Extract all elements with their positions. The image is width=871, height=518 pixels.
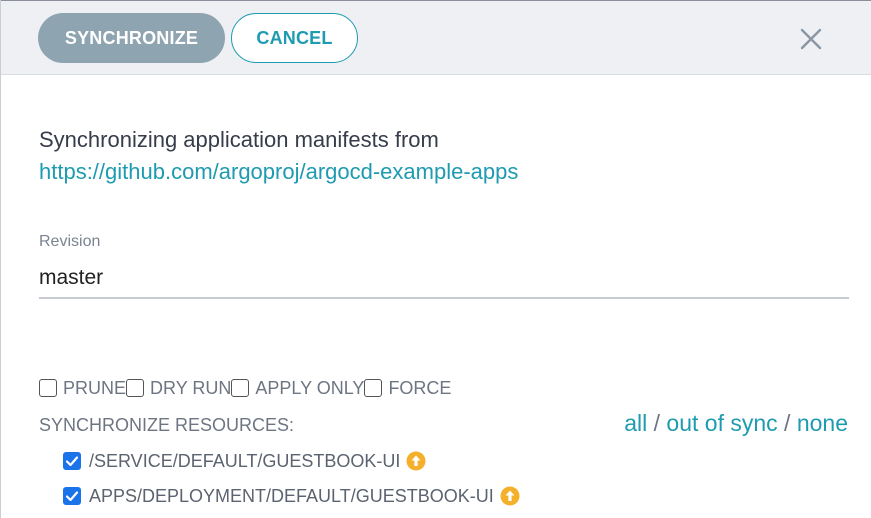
force-label: FORCE [388,377,452,398]
cancel-button[interactable]: CANCEL [231,13,358,63]
option-apply-only[interactable]: APPLY ONLY [231,378,364,399]
option-prune[interactable]: PRUNE [39,378,126,399]
sync-panel: SYNCHRONIZE CANCEL Synchronizing applica… [0,0,871,518]
out-of-sync-arrow-icon [500,486,520,506]
close-icon[interactable] [799,27,823,51]
synchronize-button[interactable]: SYNCHRONIZE [38,13,225,63]
selector-separator: / [784,410,791,436]
sync-options: PRUNE DRY RUN APPLY ONLY FORCE [39,377,451,399]
resource-checkbox[interactable] [63,452,81,470]
prune-checkbox[interactable] [39,379,57,397]
apply-only-checkbox[interactable] [231,379,250,397]
sync-message: Synchronizing application manifests from… [39,124,518,188]
repo-url-link[interactable]: https://github.com/argoproj/argocd-examp… [39,156,518,188]
resource-row[interactable]: APPS/DEPLOYMENT/DEFAULT/GUESTBOOK-UI [63,485,520,507]
sync-message-text: Synchronizing application manifests from [39,127,439,152]
select-out-of-sync-link[interactable]: out of sync [666,410,777,436]
option-force[interactable]: FORCE [364,378,451,399]
prune-label: PRUNE [63,377,127,398]
dry-run-label: DRY RUN [150,377,232,398]
force-checkbox[interactable] [364,379,383,397]
panel-header: SYNCHRONIZE CANCEL [1,1,871,75]
option-dry-run[interactable]: DRY RUN [126,378,231,399]
resource-name: /SERVICE/DEFAULT/GUESTBOOK-UI [89,450,401,471]
sync-resources-heading: SYNCHRONIZE RESOURCES: [39,415,295,435]
resource-selectors: all / out of sync / none [624,410,848,437]
revision-input[interactable] [39,259,849,299]
apply-only-label: APPLY ONLY [255,377,365,398]
select-all-link[interactable]: all [624,410,647,436]
dry-run-checkbox[interactable] [126,379,145,397]
resource-checkbox[interactable] [63,487,81,505]
selector-separator: / [653,410,661,436]
out-of-sync-arrow-icon [406,451,426,471]
resource-row[interactable]: /SERVICE/DEFAULT/GUESTBOOK-UI [63,450,426,472]
select-none-link[interactable]: none [797,410,848,436]
resource-name: APPS/DEPLOYMENT/DEFAULT/GUESTBOOK-UI [89,485,494,506]
revision-label: Revision [39,233,101,250]
